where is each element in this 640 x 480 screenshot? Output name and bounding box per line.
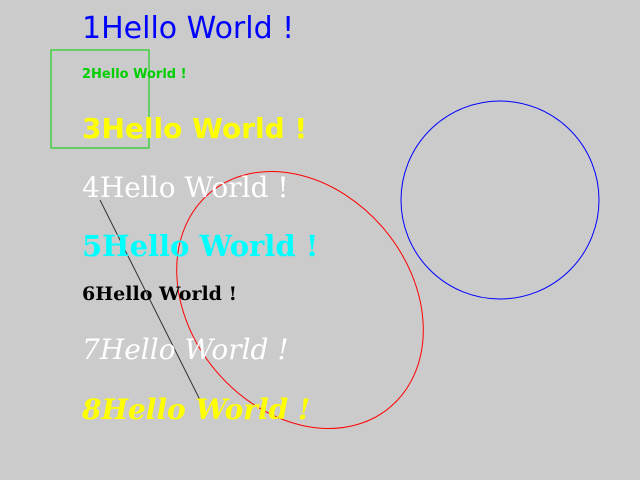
hello-world-text-4: 4Hello World ! — [82, 171, 289, 204]
hello-world-text-7: 7Hello World ! — [82, 333, 289, 366]
hello-world-text-2: 2Hello World ! — [82, 67, 187, 82]
hello-world-text-6: 6Hello World ! — [82, 283, 237, 305]
drawing-canvas: 1Hello World ! 2Hello World ! 3Hello Wor… — [0, 0, 640, 480]
hello-world-text-5: 5Hello World ! — [82, 229, 319, 263]
blue-circle — [400, 100, 600, 300]
hello-world-text-3: 3Hello World ! — [82, 112, 308, 145]
hello-world-text-1: 1Hello World ! — [82, 11, 295, 46]
hello-world-text-8: 8Hello World ! — [82, 393, 311, 426]
